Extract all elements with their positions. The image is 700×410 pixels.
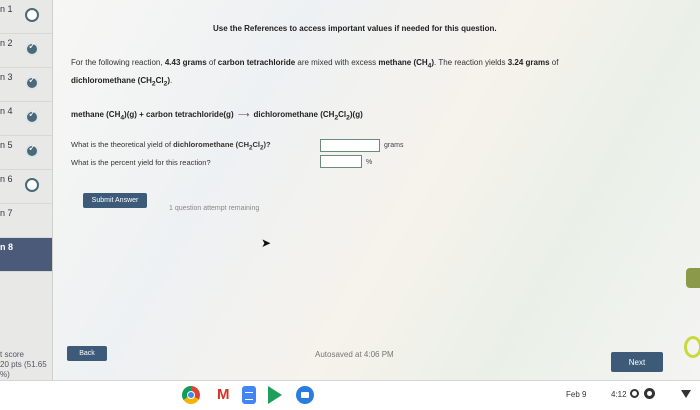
sidebar-item-label: n 8 <box>0 242 14 252</box>
files-icon[interactable] <box>296 386 314 404</box>
clock-display[interactable]: 4:12 <box>611 390 627 399</box>
yield-mass: 3.24 grams <box>507 58 550 67</box>
equation-part: dichloromethane (CH <box>253 110 335 119</box>
score-summary: t score 20 pts (51.65 %) <box>0 350 52 380</box>
references-note: Use the References to access important v… <box>213 24 497 33</box>
question-percent-yield: What is the percent yield for this react… <box>71 158 211 167</box>
reactant-name: carbon tetrachloride <box>217 58 296 67</box>
question-panel: Use the References to access important v… <box>53 0 700 380</box>
question-text: dichloromethane (CH <box>173 140 249 149</box>
reaction-equation: methane (CH4)(g) + carbon tetrachloride(… <box>71 110 363 122</box>
mouse-cursor-icon: ➤ <box>261 236 272 250</box>
sidebar-item-q6[interactable]: n 6 <box>0 170 52 204</box>
sidebar-item-label: n 5 <box>0 140 13 150</box>
question-text: What is the theoretical yield of <box>71 140 172 149</box>
wifi-icon[interactable] <box>681 390 691 398</box>
submit-answer-button[interactable]: Submit Answer <box>83 193 147 208</box>
sidebar-item-label: n 4 <box>0 106 13 116</box>
attempts-remaining: 1 question attempt remaining <box>169 205 260 212</box>
problem-statement: For the following reaction, 4.43 grams o… <box>71 56 631 91</box>
sidebar-item-q1[interactable]: n 1 <box>0 0 52 34</box>
problem-text: . The reaction yields <box>434 58 506 67</box>
sidebar-item-q8[interactable]: n 8 <box>0 238 52 272</box>
equation-part: )(g) + carbon tetrachloride(g) <box>124 110 234 119</box>
gmail-icon[interactable]: M <box>214 386 232 404</box>
sidebar-item-q7[interactable]: n 7 <box>0 204 52 238</box>
status-circle-icon <box>25 8 39 22</box>
percent-unit: % <box>366 159 373 166</box>
next-button[interactable]: Next <box>611 352 663 372</box>
score-value: 20 pts (51.65 %) <box>0 360 47 379</box>
question-theoretical-yield: What is the theoretical yield of dichlor… <box>71 140 271 152</box>
chrome-icon[interactable] <box>182 386 200 404</box>
sidebar-item-label: n 6 <box>0 174 13 184</box>
question-text: )? <box>263 140 271 149</box>
percent-yield-input[interactable] <box>320 155 362 168</box>
equation-part: )(g) <box>349 110 363 119</box>
check-icon <box>25 41 39 56</box>
check-icon <box>25 109 39 124</box>
problem-text: of <box>551 58 559 67</box>
sidebar-item-q3[interactable]: n 3 <box>0 68 52 102</box>
sidebar-item-label: n 7 <box>0 208 13 218</box>
question-text: Cl <box>252 140 260 149</box>
side-app-icon[interactable] <box>686 268 700 288</box>
equation-part: methane (CH <box>71 110 121 119</box>
docs-icon[interactable] <box>242 386 256 404</box>
gmail-letter: M <box>217 386 230 403</box>
score-label: t score <box>0 350 25 359</box>
back-button[interactable]: Back <box>67 346 107 361</box>
check-icon <box>25 143 39 158</box>
product-name: dichloromethane (CH <box>71 75 152 85</box>
check-icon <box>25 75 39 90</box>
sidebar-item-q4[interactable]: n 4 <box>0 102 52 136</box>
problem-text: For the following reaction, <box>71 58 163 67</box>
problem-mass: 4.43 grams <box>164 58 207 67</box>
problem-text: are mixed with excess <box>297 58 377 67</box>
sidebar-item-q2[interactable]: n 2 <box>0 34 52 68</box>
question-sidebar: n 1 n 2 n 3 n 4 n 5 n 6 n 7 n 8 t score … <box>0 0 53 380</box>
sidebar-item-label: n 2 <box>0 38 13 48</box>
taskbar: M Feb 9 4:12 <box>0 380 700 410</box>
play-store-icon[interactable] <box>268 386 282 404</box>
problem-text: of <box>208 58 216 67</box>
formula-part: Cl <box>155 75 164 85</box>
problem-text: . <box>169 75 173 85</box>
equation-part: Cl <box>338 110 347 119</box>
status-circle-icon <box>25 178 39 192</box>
sidebar-item-label: n 1 <box>0 4 13 14</box>
sidebar-item-label: n 3 <box>0 72 13 82</box>
sidebar-item-q5[interactable]: n 5 <box>0 136 52 170</box>
status-circle-icon[interactable] <box>630 389 639 398</box>
theoretical-yield-input[interactable] <box>320 139 380 152</box>
reaction-arrow-icon: ⟶ <box>237 110 250 119</box>
autosave-status: Autosaved at 4:06 PM <box>315 350 394 359</box>
settings-circle-icon[interactable] <box>644 388 655 399</box>
ring-icon[interactable] <box>684 336 700 358</box>
date-display[interactable]: Feb 9 <box>566 390 586 399</box>
grams-unit: grams <box>384 142 404 149</box>
reactant-name: methane (CH <box>378 58 428 67</box>
